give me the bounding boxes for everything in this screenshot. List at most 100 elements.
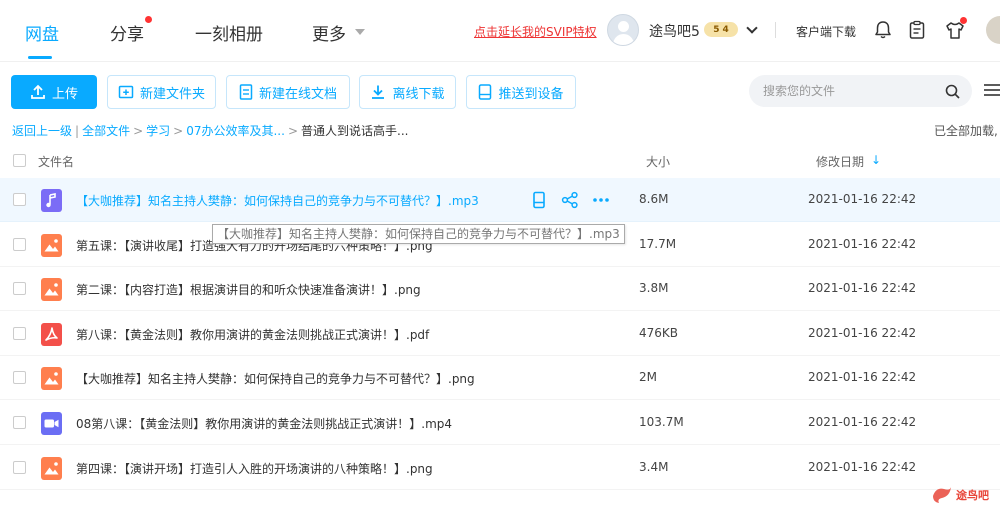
file-size: 3.4M: [639, 459, 669, 474]
new-online-doc-label: 新建在线文档: [258, 86, 337, 102]
user-menu-chevron-icon[interactable]: [746, 22, 758, 34]
table-row[interactable]: 【大咖推荐】知名主持人樊静：如何保持自己的竞争力与不可替代？】.mp3 8.6M 2…: [0, 178, 1000, 222]
new-folder-button[interactable]: 新建文件夹: [107, 75, 216, 109]
top-nav: 网盘 分享 一刻相册 更多 点击延长我的SVIP特权 途鸟吧5 5 4 客户端下…: [0, 0, 1000, 62]
avatar[interactable]: [607, 14, 639, 46]
file-size: 8.6M: [639, 192, 669, 206]
chevron-down-icon[interactable]: [355, 29, 365, 35]
document-icon: [239, 84, 253, 100]
upload-label: 上传: [51, 86, 78, 102]
watermark-text: 途鸟吧: [956, 489, 989, 502]
watermark-logo: 途鸟吧: [930, 484, 1000, 508]
video-file-icon: [41, 412, 62, 435]
file-name[interactable]: 第八课：【黄金法则】教你用演讲的黄金法则挑战正式演讲！】.pdf: [76, 326, 429, 343]
pdf-file-icon: [41, 322, 62, 346]
push-to-device-label: 推送到设备: [498, 86, 564, 102]
image-file-icon: [41, 278, 62, 302]
table-header: 文件名 大小 修改日期: [0, 145, 1000, 177]
file-date: 2021-01-16 22:42: [808, 370, 917, 385]
table-row[interactable]: 08第八课：【黄金法则】教你用演讲的黄金法则挑战正式演讲！】.mp4 103.7M…: [0, 401, 1000, 445]
notification-dot: [960, 17, 967, 24]
divider: [775, 22, 776, 38]
offline-download-button[interactable]: 离线下载: [359, 75, 456, 109]
table-row[interactable]: 第四课：【演讲开场】打造引人入胜的开场演讲的八种策略！】.png 3.4M 2021…: [0, 446, 1000, 490]
row-checkbox[interactable]: [13, 237, 26, 251]
device-icon: [479, 84, 492, 100]
row-checkbox[interactable]: [13, 460, 26, 474]
row-checkbox[interactable]: [13, 416, 26, 429]
breadcrumb-back-link[interactable]: 返回上一级: [12, 124, 72, 138]
image-file-icon: [41, 233, 62, 257]
folder-plus-icon: [118, 85, 134, 99]
file-name[interactable]: 【大咖推荐】知名主持人樊静：如何保持自己的竞争力与不可替代？】.mp3: [76, 192, 479, 209]
tab-album[interactable]: 一刻相册: [195, 20, 263, 45]
breadcrumb-item-office[interactable]: 07办公效率及其...: [186, 124, 285, 138]
filename-tooltip: 【大咖推荐】知名主持人樊静：如何保持自己的竞争力与不可替代？】.mp3: [212, 224, 625, 244]
tab-share[interactable]: 分享: [110, 20, 144, 45]
app-center-icon[interactable]: [986, 16, 1000, 44]
offline-download-label: 离线下载: [392, 86, 445, 102]
search-icon[interactable]: [945, 84, 960, 99]
file-size: 17.7M: [639, 236, 677, 251]
svip-level-badge: 5 4: [704, 22, 738, 37]
badge-sub-level: 4: [722, 24, 729, 35]
column-header-name[interactable]: 文件名: [38, 153, 74, 170]
column-header-size[interactable]: 大小: [646, 153, 670, 170]
file-size: 2M: [639, 370, 657, 385]
table-row[interactable]: 第八课：【黄金法则】教你用演讲的黄金法则挑战正式演讲！】.pdf 476KB 202…: [0, 312, 1000, 356]
file-name[interactable]: 【大咖推荐】知名主持人樊静：如何保持自己的竞争力与不可替代？】.png: [76, 370, 475, 387]
file-date: 2021-01-16 22:42: [808, 236, 917, 251]
push-device-icon[interactable]: [529, 190, 549, 210]
table-row[interactable]: 第二课：【内容打造】根据演讲目的和听众快速准备演讲！】.png 3.8M 2021-…: [0, 267, 1000, 312]
tab-more[interactable]: 更多: [312, 20, 346, 45]
breadcrumb-item-study[interactable]: 学习: [146, 124, 170, 138]
row-checkbox[interactable]: [13, 282, 26, 296]
select-all-checkbox[interactable]: [13, 154, 26, 167]
new-online-doc-button[interactable]: 新建在线文档: [226, 75, 350, 109]
file-date: 2021-01-16 22:42: [808, 192, 917, 206]
row-checkbox[interactable]: [13, 193, 26, 206]
file-date: 2021-01-16 22:42: [808, 281, 917, 296]
download-icon: [372, 85, 385, 99]
file-size: 3.8M: [639, 281, 669, 296]
search-input[interactable]: [763, 82, 933, 100]
table-row[interactable]: 【大咖推荐】知名主持人樊静：如何保持自己的竞争力与不可替代？】.png 2M 202…: [0, 356, 1000, 401]
new-folder-label: 新建文件夹: [139, 86, 205, 102]
file-name[interactable]: 08第八课：【黄金法则】教你用演讲的黄金法则挑战正式演讲！】.mp4: [76, 415, 452, 432]
file-date: 2021-01-16 22:42: [808, 325, 917, 340]
search-box: [749, 75, 972, 107]
breadcrumb-current: 普通人到说话高手...: [301, 124, 409, 138]
row-checkbox[interactable]: [13, 326, 26, 340]
image-file-icon: [41, 367, 62, 391]
file-name[interactable]: 第四课：【演讲开场】打造引人入胜的开场演讲的八种策略！】.png: [76, 460, 433, 477]
tab-netdisk[interactable]: 网盘: [25, 20, 59, 45]
upload-icon: [31, 84, 45, 99]
file-date: 2021-01-16 22:42: [808, 415, 917, 429]
file-name[interactable]: 第二课：【内容打造】根据演讲目的和听众快速准备演讲！】.png: [76, 281, 421, 298]
watermark-bird-icon: [933, 487, 951, 503]
breadcrumb: 返回上一级 | 全部文件 > 学习 >07办公效率及其... > 普通人到说话高手...: [12, 124, 409, 138]
audio-file-icon: [41, 189, 62, 212]
row-checkbox[interactable]: [13, 371, 26, 385]
username[interactable]: 途鸟吧5: [649, 21, 700, 41]
list-view-icon[interactable]: [983, 82, 1000, 98]
file-size: 476KB: [639, 325, 679, 340]
file-size: 103.7M: [639, 415, 684, 429]
clipboard-icon[interactable]: [906, 19, 928, 41]
share-icon[interactable]: [560, 190, 580, 210]
client-download-link[interactable]: 客户端下载: [796, 23, 856, 40]
upload-button[interactable]: 上传: [11, 75, 97, 109]
image-file-icon: [41, 456, 62, 480]
more-actions-icon[interactable]: [591, 190, 611, 210]
breadcrumb-item-all-files[interactable]: 全部文件: [82, 124, 130, 138]
load-status: 已全部加载,: [934, 124, 998, 138]
sort-desc-icon[interactable]: ↓: [871, 153, 881, 167]
notification-dot: [145, 16, 152, 23]
bell-icon[interactable]: [872, 19, 894, 41]
svip-extend-link[interactable]: 点击延长我的SVIP特权: [474, 23, 597, 40]
badge-level: 5: [713, 24, 720, 35]
push-to-device-button[interactable]: 推送到设备: [466, 75, 576, 109]
column-header-date[interactable]: 修改日期: [816, 153, 864, 170]
active-tab-indicator: [28, 56, 52, 59]
file-date: 2021-01-16 22:42: [808, 459, 917, 474]
